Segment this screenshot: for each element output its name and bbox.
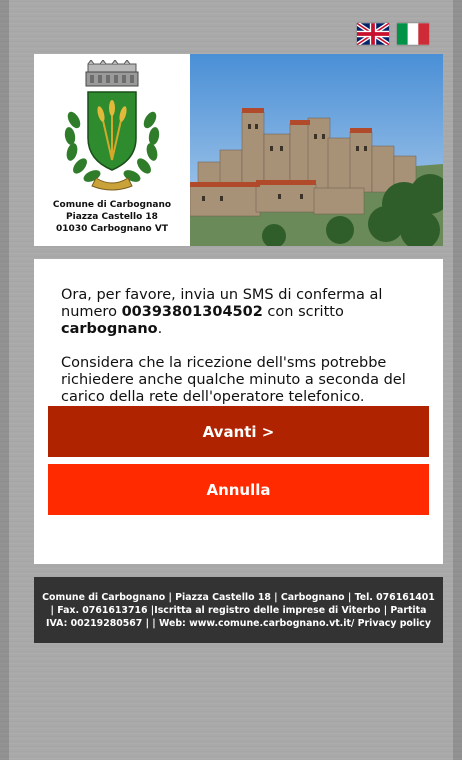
sms-instructions: Ora, per favore, invia un SMS di conferm…: [61, 287, 421, 423]
address-line: 01030 Carbognano VT: [56, 224, 168, 234]
address-line: Comune di Carbognano: [52, 200, 172, 210]
header-banner: Comune di Carbognano Piazza Castello 18 …: [34, 54, 443, 246]
phone-number: 00393801304502: [121, 304, 263, 320]
municipality-logo-panel: Comune di Carbognano Piazza Castello 18 …: [34, 54, 190, 246]
sms-request-text: Ora, per favore, invia un SMS di conferm…: [61, 287, 421, 338]
cancel-button[interactable]: Annulla: [48, 464, 429, 515]
message-text: .: [157, 321, 163, 337]
municipality-address: Comune di Carbognano Piazza Castello 18 …: [34, 199, 190, 235]
town-photo: [190, 54, 443, 246]
coat-of-arms-icon: [64, 60, 160, 191]
sms-keyword: carbognano: [61, 321, 158, 337]
site-footer: Comune di Carbognano | Piazza Castello 1…: [34, 577, 443, 643]
privacy-policy-link[interactable]: Privacy policy: [358, 618, 431, 629]
address-line: Piazza Castello 18: [66, 212, 158, 222]
confirmation-card: Ora, per favore, invia un SMS di conferm…: [34, 259, 443, 564]
uk-flag-icon[interactable]: [357, 23, 389, 45]
italy-flag-icon[interactable]: [397, 23, 429, 45]
language-selector: [357, 23, 429, 45]
footer-text-block: Comune di Carbognano | Piazza Castello 1…: [41, 591, 436, 630]
message-text: con scritto: [262, 304, 344, 320]
town-landscape-image: [190, 54, 443, 246]
next-button[interactable]: Avanti >: [48, 406, 429, 457]
delay-notice: Considera che la ricezione dell'sms potr…: [61, 355, 406, 405]
